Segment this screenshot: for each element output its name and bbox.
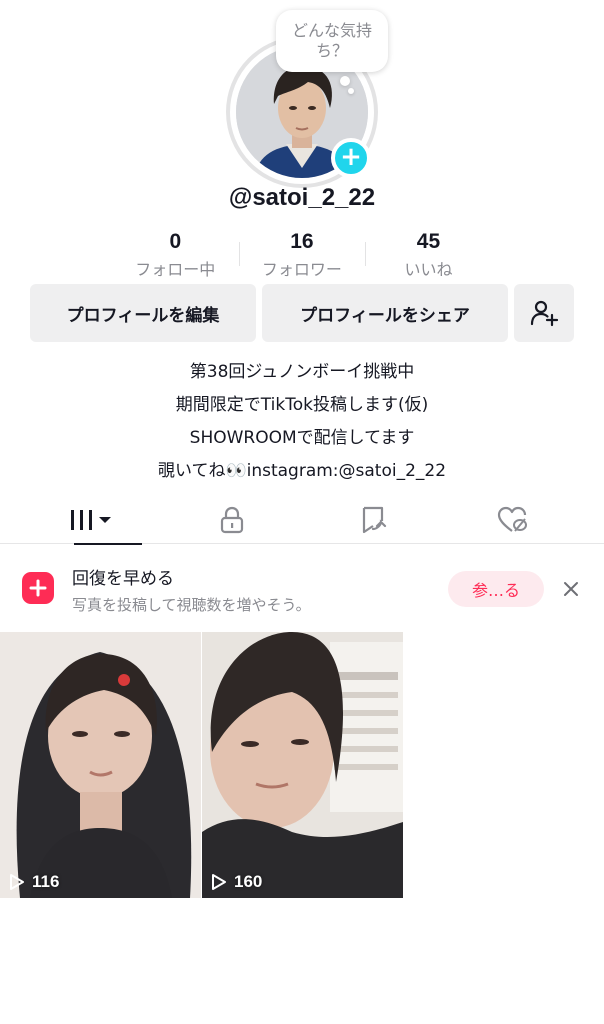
edit-profile-button[interactable]: プロフィールを編集 [30,284,256,342]
bio: 第38回ジュノンボーイ挑戦中 期間限定でTikTok投稿します(仮) SHOWR… [0,356,604,488]
view-count-text: 116 [32,872,60,891]
tab-reposts[interactable] [298,496,449,544]
bio-line[interactable]: 覗いてね👀instagram:@satoi_2_22 [0,455,604,488]
share-profile-button[interactable]: プロフィールをシェア [262,284,508,342]
play-icon [10,874,24,890]
view-count: 160 [210,872,262,892]
following-count: 0 [169,230,182,253]
likes-count: 45 [416,230,441,253]
stat-followers[interactable]: 16 フォロワー [238,228,366,282]
stats-row: 0 フォロー中 16 フォロワー 45 いいね [112,228,492,282]
lock-icon [220,506,243,534]
tab-private[interactable] [156,496,307,544]
bubble-tail-small [348,88,354,94]
mood-bubble[interactable]: どんな気持ち？ [276,10,388,72]
plus-icon: + [340,142,362,172]
video-thumbnail-image [0,632,201,898]
tab-videos[interactable] [16,496,167,545]
stat-likes[interactable]: 45 いいね [365,228,492,282]
video-thumbnail[interactable]: 116 [0,632,201,898]
username: @satoi_2_22 [228,184,376,211]
view-count: 116 [8,872,59,892]
liked-icon [497,506,527,532]
person-add-icon [530,300,559,327]
view-count-text: 160 [234,872,263,891]
followers-label: フォロワー [261,260,342,279]
play-icon [212,874,226,890]
add-friend-button[interactable] [514,284,574,342]
profile-tabs [0,496,604,545]
video-thumbnail-image [202,632,403,898]
tab-liked[interactable] [436,496,587,544]
add-story-button[interactable]: + [331,138,371,178]
banner-action-button[interactable]: 参…る [448,571,544,607]
close-icon[interactable] [556,574,586,604]
bio-line: SHOWROOMで配信してます [189,428,415,448]
videos-grid-icon [70,510,111,530]
stat-following[interactable]: 0 フォロー中 [112,228,239,282]
video-thumbnail[interactable]: 160 [202,632,403,898]
banner-add-icon [22,572,54,604]
bio-line: 第38回ジュノンボーイ挑戦中 [189,362,415,382]
bubble-tail [340,76,350,86]
following-label: フォロー中 [135,260,216,279]
mood-prompt-text: どんな気持ち？ [291,21,372,60]
banner-title: 回復を早める [72,569,174,589]
bio-line: 期間限定でTikTok投稿します(仮) [175,395,429,415]
banner-subtitle: 写真を投稿して視聴数を増やそう。 [72,596,311,614]
followers-count: 16 [290,230,314,253]
boost-banner: 回復を早める 写真を投稿して視聴数を増やそう。 参…る [0,552,604,626]
likes-label: いいね [404,260,453,279]
reposts-icon [362,506,386,534]
